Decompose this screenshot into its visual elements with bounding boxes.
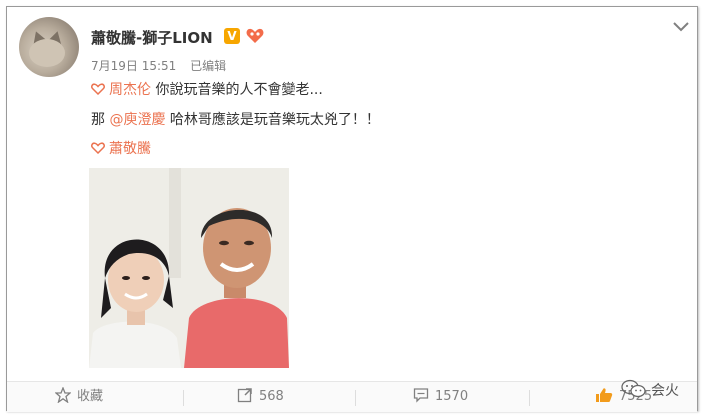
like-icon [596, 388, 613, 402]
post-line-1: 周杰伦 你說玩音樂的人不會變老... [91, 79, 323, 99]
mention-link[interactable]: 蕭敬騰 [91, 141, 151, 157]
fan-badge-icon[interactable] [245, 26, 265, 46]
watermark: 会火 [621, 379, 679, 400]
avatar[interactable] [19, 17, 79, 77]
heart-link-icon [91, 142, 105, 154]
heart-link-icon [91, 83, 105, 95]
edited-label[interactable]: 已编辑 [190, 59, 226, 73]
comment-button[interactable]: 1570 [413, 382, 468, 412]
post-photo[interactable] [89, 168, 289, 368]
chevron-down-icon[interactable] [671, 19, 691, 35]
repost-button[interactable]: 568 [237, 382, 284, 412]
post-line-2: 那 @庾澄慶 哈林哥應該是玩音樂玩太兇了！！ [91, 109, 380, 129]
post-text: 你說玩音樂的人不會變老... [155, 82, 323, 98]
post-line-3: 蕭敬騰 [91, 138, 151, 158]
photo-illustration [89, 168, 289, 368]
comment-icon [413, 388, 429, 403]
star-icon [54, 386, 72, 404]
verified-badge-icon: V [224, 28, 240, 44]
mention-link[interactable]: @庾澄慶 [109, 112, 165, 128]
mention-link[interactable]: 周杰伦 [91, 82, 155, 98]
post-date[interactable]: 7月19日 15:51 [91, 59, 176, 73]
weibo-post-card: 蕭敬騰-獅子LION V 7月19日 15:51 已编辑 周杰伦 你說玩音樂的人… [6, 6, 698, 412]
post-text-prefix: 那 [91, 112, 105, 128]
post-action-bar: 收藏 568 1570 7525 [7, 381, 697, 412]
favorite-button[interactable]: 收藏 [54, 382, 103, 412]
watermark-text: 会火 [651, 383, 679, 399]
post-text: 哈林哥應該是玩音樂玩太兇了！！ [169, 112, 380, 128]
repost-icon [237, 388, 252, 403]
wechat-icon [621, 379, 646, 398]
post-meta: 7月19日 15:51 已编辑 [91, 57, 236, 74]
post-username[interactable]: 蕭敬騰-獅子LION [91, 27, 213, 48]
